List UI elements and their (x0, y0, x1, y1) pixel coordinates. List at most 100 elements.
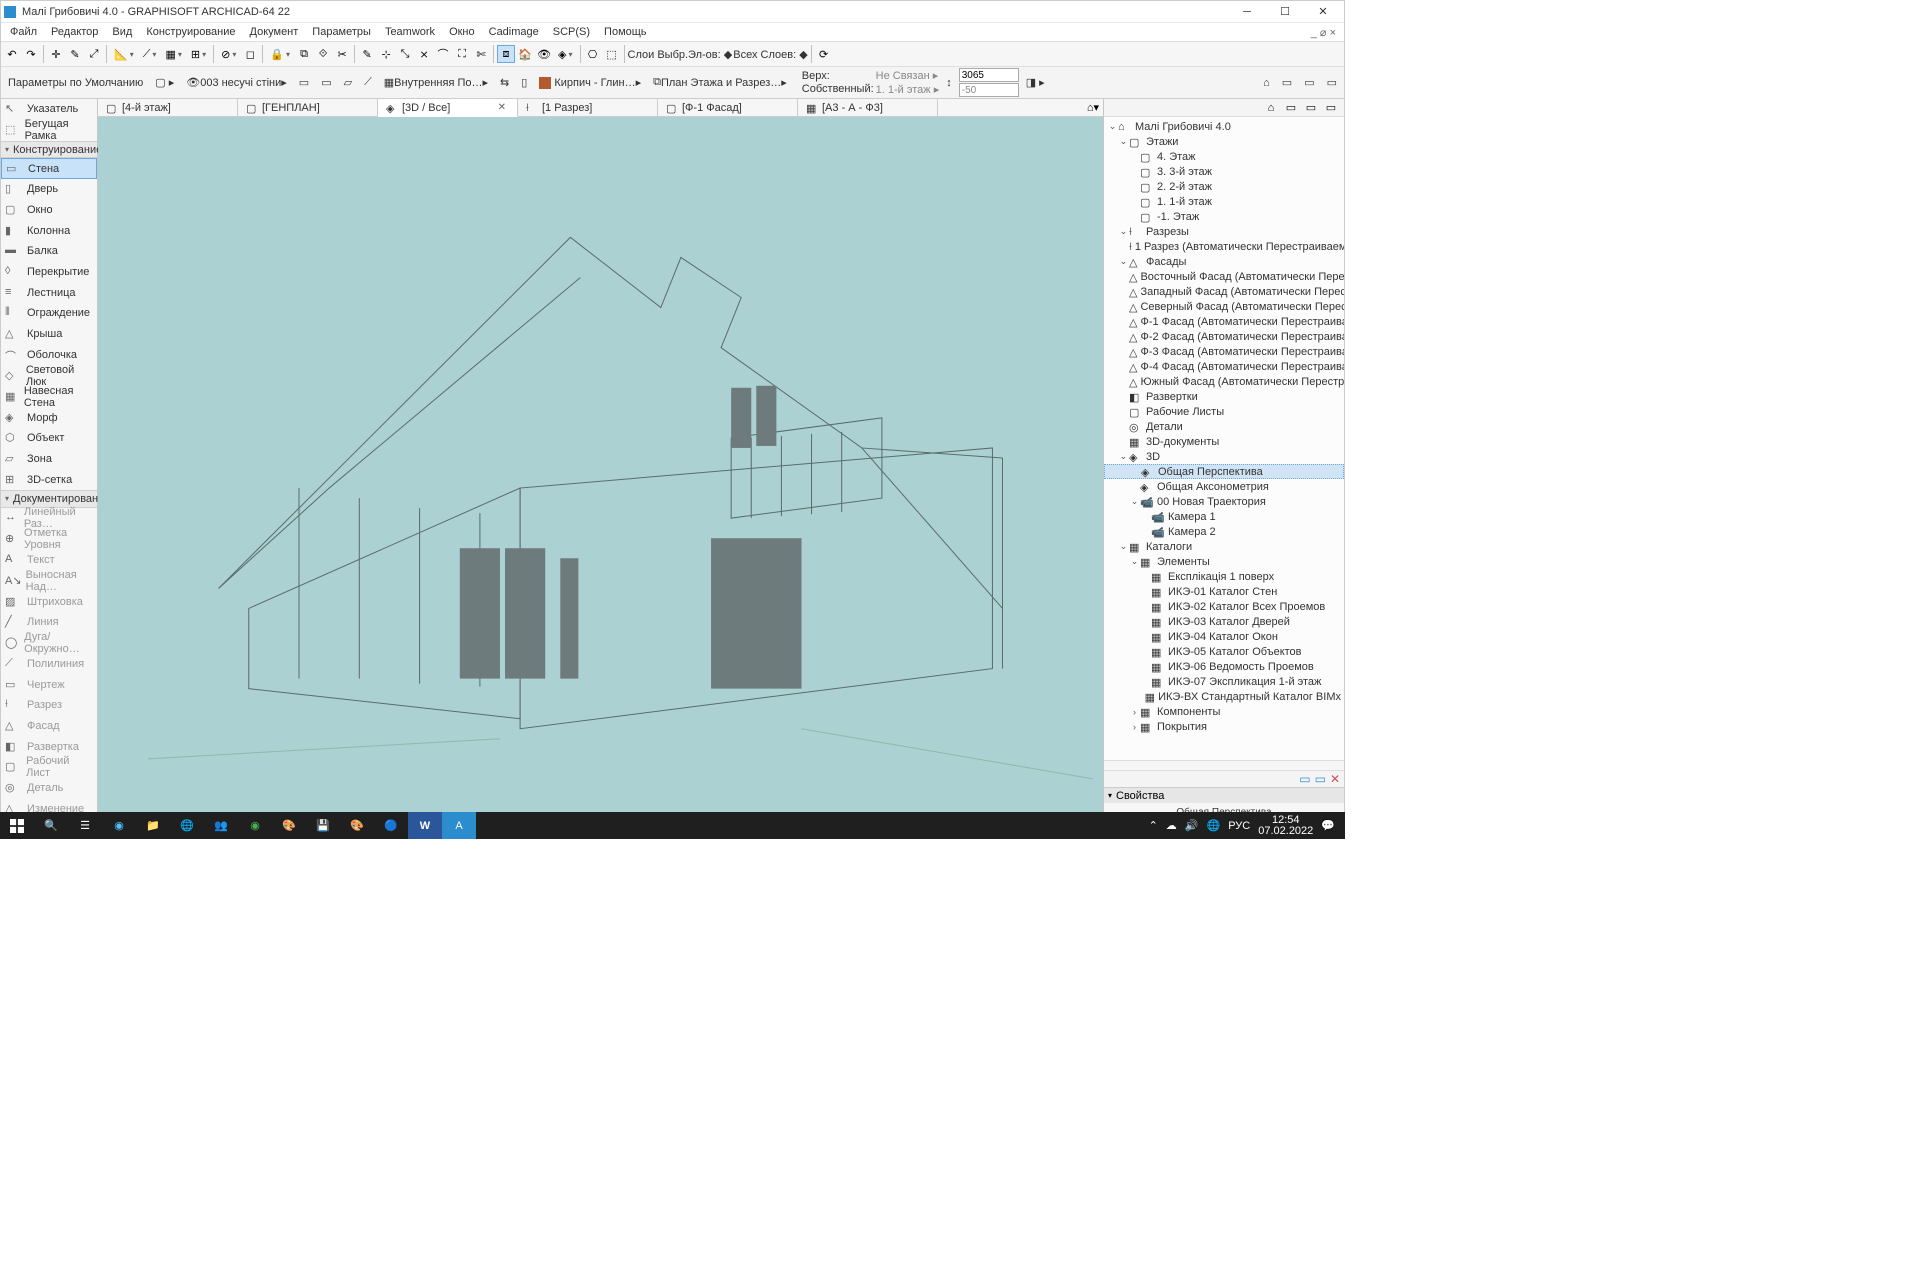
nav-item[interactable]: ▢3. 3-й этаж (1104, 164, 1344, 179)
marquee-tool[interactable]: ⬚Бегущая Рамка (1, 120, 97, 141)
shell-tool[interactable]: ⌒Оболочка (1, 345, 97, 366)
fill-tool[interactable]: ▨Штриховка (1, 591, 97, 612)
app-chrome-icon[interactable]: 🔵 (374, 812, 408, 839)
menu-edit[interactable]: Редактор (44, 24, 105, 40)
explore-icon[interactable]: 👁 (535, 45, 553, 63)
nav-item[interactable]: ◧Развертки (1104, 389, 1344, 404)
stair-tool[interactable]: ≡Лестница (1, 282, 97, 303)
nav-item[interactable]: △Ф-3 Фасад (Автоматически Перестраиваема… (1104, 344, 1344, 359)
detail-tool[interactable]: ◎Деталь (1, 778, 97, 799)
nav-item[interactable]: ▦Експлікація 1 поверх (1104, 569, 1344, 584)
flip-icon[interactable]: ⇆ (495, 70, 514, 96)
nav-item[interactable]: △Южный Фасад (Автоматически Перестраивае… (1104, 374, 1344, 389)
menu-design[interactable]: Конструирование (139, 24, 242, 40)
nav-item[interactable]: ▦ИКЭ-02 Каталог Всех Проемов (1104, 599, 1344, 614)
geometry-method[interactable]: ▢ ▸ (150, 70, 179, 96)
suspend-dropdown[interactable]: ⊘▾ (217, 43, 240, 65)
syringe-icon[interactable]: ⤢ (85, 45, 103, 63)
grid-dropdown[interactable]: ▦▾ (161, 43, 185, 65)
profile-icon[interactable]: ▯ (516, 70, 532, 96)
nav-item[interactable]: ▦ИКЭ-05 Каталог Объектов (1104, 644, 1344, 659)
nav-view2-icon[interactable]: ▭ (1299, 70, 1319, 96)
nav-new-icon[interactable]: ▭ (1299, 772, 1310, 786)
nav-item[interactable]: ⟊1 Разрез (Автоматически Перестраиваемая… (1104, 239, 1344, 254)
skylight-tool[interactable]: ◇Световой Люк (1, 365, 97, 386)
nav-item[interactable]: ▢Рабочие Листы (1104, 404, 1344, 419)
nav-item[interactable]: ⌄⌂Малі Грибовичі 4.0 (1104, 119, 1344, 134)
nav-item[interactable]: △Восточный Фасад (Автоматически Перестра… (1104, 269, 1344, 284)
close-tab-icon[interactable]: ✕ (495, 102, 509, 113)
column-tool[interactable]: ▮Колонна (1, 220, 97, 241)
label-tool[interactable]: A↘Выносная Над… (1, 570, 97, 591)
construction-icon3[interactable]: ▱ (339, 70, 357, 96)
curtainwall-tool[interactable]: ▦Навесная Стена (1, 386, 97, 407)
construction-icon2[interactable]: ▭ (316, 70, 336, 96)
nav-item[interactable]: ›▦Компоненты (1104, 704, 1344, 719)
marquee-3d-icon[interactable]: ⬚ (603, 45, 621, 63)
maximize-button[interactable]: ☐ (1267, 1, 1303, 23)
tab-a3[interactable]: ▦[А3 - А - Ф3] (798, 99, 938, 116)
3d-icon[interactable]: ⧈ (497, 45, 515, 63)
railing-tool[interactable]: ⦀Ограждение (1, 303, 97, 324)
nav-item[interactable]: ▦3D-документы (1104, 434, 1344, 449)
fillet-icon[interactable]: ⌒ (434, 45, 452, 63)
nav-tab-project-icon[interactable]: ⌂ (1262, 100, 1280, 116)
tab-genplan[interactable]: ▢[ГЕНПЛАН] (238, 99, 378, 116)
app-edge-icon[interactable]: 🌐 (170, 812, 204, 839)
app-word-icon[interactable]: W (408, 812, 442, 839)
ruler-dropdown[interactable]: 📐▾ (110, 43, 138, 65)
wall-tool[interactable]: ▭Стена (1, 158, 97, 179)
construction-icon4[interactable]: ⟋ (359, 70, 377, 96)
height-input[interactable] (959, 68, 1019, 82)
nav-item[interactable]: ▦ИКЭ-04 Каталог Окон (1104, 629, 1344, 644)
redo-icon[interactable]: ↷ (22, 45, 40, 63)
nav-item[interactable]: ▢1. 1-й этаж (1104, 194, 1344, 209)
nav-tab-layouts-icon[interactable]: ▭ (1302, 100, 1320, 116)
section-document[interactable]: ▾Документирование (1, 490, 97, 508)
mesh-tool[interactable]: ⊞3D-сетка (1, 469, 97, 490)
tray-cloud-icon[interactable]: ☁ (1166, 819, 1177, 832)
nav-item[interactable]: ▢4. Этаж (1104, 149, 1344, 164)
nav-item[interactable]: ⌄⟊Разрезы (1104, 224, 1344, 239)
wall-style-selector[interactable]: ▦ Внутренняя По… ▸ (379, 70, 493, 96)
nav-item[interactable]: ◈Общая Аксонометрия (1104, 479, 1344, 494)
tabs-dropdown-icon[interactable]: ⌂▾ (1087, 101, 1099, 114)
arrow-tool[interactable]: ↖Указатель (1, 99, 97, 120)
roof-tool[interactable]: △Крыша (1, 324, 97, 345)
top-floor-dropdown[interactable]: 1. 1-й этаж ▸ (876, 83, 940, 96)
level-tool[interactable]: ⊕Отметка Уровня (1, 529, 97, 550)
app-browser-icon[interactable]: ◉ (102, 812, 136, 839)
nav-item[interactable]: ◎Детали (1104, 419, 1344, 434)
nav-delete-icon[interactable]: ✕ (1330, 772, 1340, 786)
menu-view[interactable]: Вид (105, 24, 139, 40)
tray-lang[interactable]: РУС (1228, 820, 1250, 832)
more-icon[interactable]: ◨ ▸ (1021, 70, 1050, 96)
app-utorrent-icon[interactable]: ◉ (238, 812, 272, 839)
app-save-icon[interactable]: 💾 (306, 812, 340, 839)
menu-document[interactable]: Документ (243, 24, 306, 40)
nav-item[interactable]: ◈Общая Перспектива (1104, 464, 1344, 479)
nav-item[interactable]: ⌄△Фасады (1104, 254, 1344, 269)
tray-chevron-icon[interactable]: ⌃ (1149, 819, 1158, 832)
menu-file[interactable]: Файл (3, 24, 44, 40)
taskview-icon[interactable]: ☰ (68, 812, 102, 839)
nav-item[interactable]: ⌄📹00 Новая Траектория (1104, 494, 1344, 509)
eyedropper-icon[interactable]: ✎ (66, 45, 84, 63)
lock-dropdown[interactable]: 🔒▾ (266, 43, 294, 65)
arc-tool[interactable]: ◯Дуга/Окружно… (1, 633, 97, 654)
nav-item[interactable]: △Северный Фасад (Автоматически Перестраи… (1104, 299, 1344, 314)
tray-notif-icon[interactable]: 💬 (1321, 819, 1335, 832)
door-tool[interactable]: ▯Дверь (1, 179, 97, 200)
material-selector[interactable]: Кирпич - Глин… ▸ (534, 70, 646, 96)
dim-tool[interactable]: ↔Линейный Раз… (1, 508, 97, 529)
tab-floor4[interactable]: ▢[4-й этаж] (98, 99, 238, 116)
cut-icon[interactable]: ⎔ (584, 45, 602, 63)
tab-section1[interactable]: ⟊[1 Разрез] (518, 99, 658, 116)
mdi-window-controls[interactable]: _ ⌀ × (1311, 26, 1342, 39)
app-paint-icon[interactable]: 🎨 (272, 812, 306, 839)
tray-net-icon[interactable]: 🌐 (1207, 819, 1221, 832)
plan-display-selector[interactable]: ⧉ План Этажа и Разрез… ▸ (648, 70, 792, 96)
nav-item[interactable]: ▦ИКЭ-ВХ Стандартный Каталог BIMx (1104, 689, 1344, 704)
nav-view3-icon[interactable]: ▭ (1322, 70, 1342, 96)
drawing-tool[interactable]: ▭Чертеж (1, 674, 97, 695)
